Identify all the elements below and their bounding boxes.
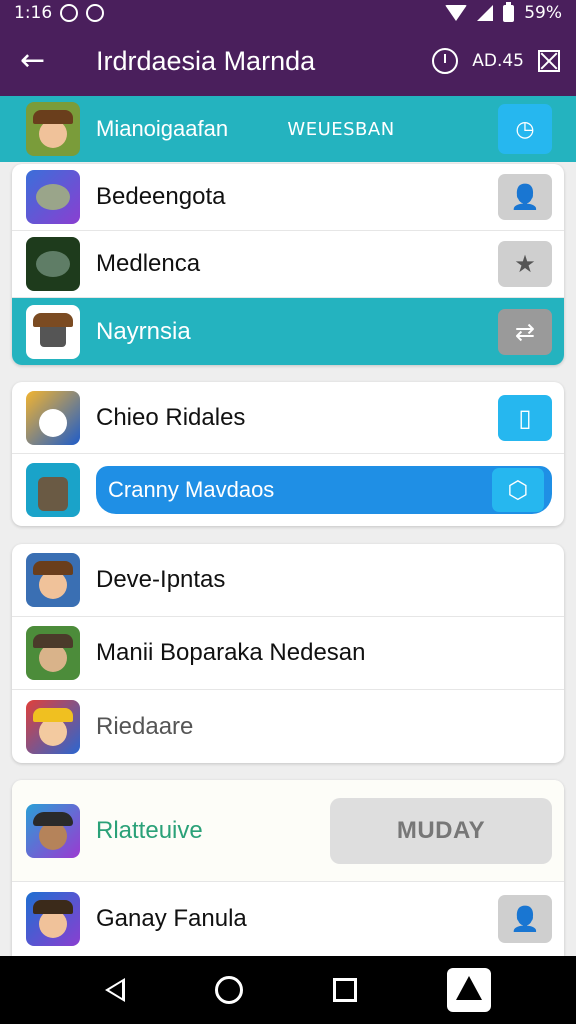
list-item-label: Ganay Fanula [96,905,247,932]
nav-back-icon[interactable] [105,978,125,1002]
timer-icon[interactable] [432,48,459,74]
list-item[interactable]: Riedaare [12,690,564,763]
app-icon [26,699,80,754]
card-group-2: Chieo Ridales ▯ Cranny Mavdaos ⬡ [12,382,564,526]
app-bar: ← Irdrdaesia Marnda AD.45 [0,26,576,96]
app-notification-icon [86,4,105,22]
list-item-label: Chieo Ridales [96,403,246,431]
notification-icon [60,4,79,22]
star-icon[interactable]: ★ [498,241,552,287]
header-meta: WEUESBAN [287,118,395,140]
assistant-icon[interactable] [447,968,491,1012]
app-icon [26,463,80,517]
app-icon [26,170,80,224]
square-icon[interactable]: ▯ [498,394,552,441]
list-item-label: Rlatteuive [96,816,203,844]
close-box-icon[interactable] [538,50,560,72]
person-icon[interactable]: 👤 [498,895,552,943]
list-item-label: Cranny Mavdaos [108,477,275,502]
list-item[interactable]: Manii Boparaka Nedesan [12,617,564,690]
card-group-3: Deve-Ipntas Manii Boparaka Nedesan Rieda… [12,544,564,763]
list-item[interactable]: Deve-Ipntas [12,544,564,617]
app-icon [26,553,80,607]
nav-home-icon[interactable] [215,976,243,1004]
list-item[interactable]: Ganay Fanula 👤 [12,882,564,956]
signal-icon [477,5,494,21]
list-item-label: Manii Boparaka Nedesan [96,639,366,666]
clock: 1:16 [14,3,53,23]
list-item[interactable]: Bedeengota 👤 [12,164,564,231]
list-item-selected[interactable]: Nayrnsia ⇄ [12,298,564,365]
wifi-icon [445,5,468,21]
shield-icon[interactable]: ⬡ [492,468,544,512]
header-avatar [26,102,80,156]
app-icon [26,304,80,359]
card-group-1: Bedeengota 👤 Medlenca ★ Nayrnsia ⇄ [12,164,564,365]
list-item[interactable]: Rlatteuive MUDAY [12,780,564,882]
app-icon [26,803,80,858]
timer-button[interactable]: ◷ [497,104,552,154]
nav-recents-icon[interactable] [333,978,357,1002]
list-item-label: Bedeengota [96,183,226,210]
app-bar-meta: AD.45 [472,51,524,71]
person-icon[interactable]: 👤 [498,174,552,220]
header-row[interactable]: Mianoigaafan WEUESBAN ◷ [12,96,564,162]
share-icon[interactable]: ⇄ [498,308,552,355]
list-item-label: Medlenca [96,250,201,277]
header-label: Mianoigaafan [96,116,229,141]
back-arrow-icon[interactable]: ← [20,46,60,76]
muday-button[interactable]: MUDAY [330,797,552,864]
navigation-bar [0,956,576,1024]
list-item-label: Deve-Ipntas [96,566,226,593]
highlighted-item-bar[interactable]: Cranny Mavdaos ⬡ [96,466,552,514]
app-icon [26,892,80,946]
app-icon [26,626,80,680]
list-item-label: Nayrnsia [96,317,191,345]
battery-level: 59% [524,3,562,23]
status-bar: 1:16 59% [0,0,576,26]
battery-icon [503,1,515,22]
page-title: Irdrdaesia Marnda [96,45,316,76]
app-icon [26,390,80,445]
card-group-4: Rlatteuive MUDAY Ganay Fanula 👤 [12,780,564,956]
list-item[interactable]: Chieo Ridales ▯ [12,382,564,454]
list-item[interactable]: Cranny Mavdaos ⬡ [12,454,564,526]
list-item[interactable]: Medlenca ★ [12,231,564,298]
list-item-label: Riedaare [96,712,194,740]
app-icon [26,237,80,291]
